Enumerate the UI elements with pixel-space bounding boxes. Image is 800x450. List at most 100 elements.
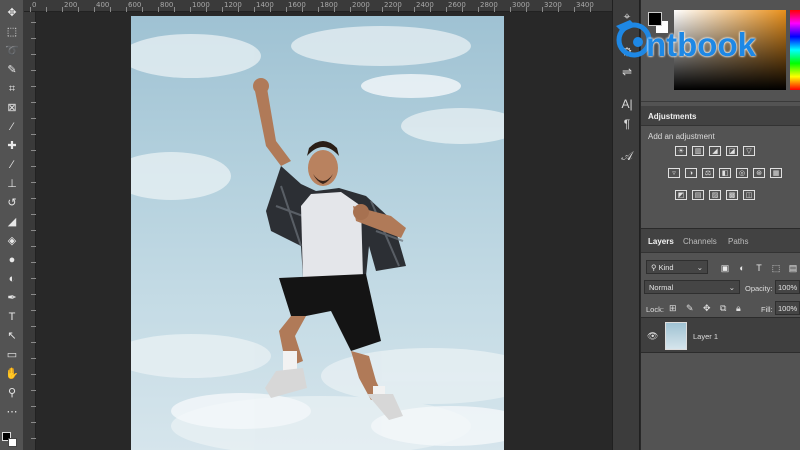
healing-brush-icon[interactable]: ✚ bbox=[3, 139, 21, 153]
hand-icon[interactable]: ✋ bbox=[3, 367, 21, 381]
type-filter-icon[interactable]: T bbox=[753, 262, 765, 274]
tab-paths[interactable]: Paths bbox=[728, 237, 748, 246]
path-select-icon[interactable]: ↖ bbox=[3, 329, 21, 343]
eraser-icon[interactable]: ◢ bbox=[3, 215, 21, 229]
frame-icon[interactable]: ⊠ bbox=[3, 101, 21, 115]
threshold-icon[interactable]: ▨ bbox=[709, 190, 721, 200]
lock-image-icon[interactable]: ✎ bbox=[686, 303, 694, 314]
eye-visibility-icon[interactable]: 👁︎ bbox=[647, 331, 658, 342]
lasso-icon[interactable]: ➰ bbox=[3, 44, 21, 58]
zoom-icon[interactable]: ⚲ bbox=[3, 386, 21, 400]
ruler-tick bbox=[574, 7, 575, 12]
levels-icon[interactable]: ▥ bbox=[692, 146, 704, 156]
opacity-input[interactable]: 100% bbox=[775, 280, 800, 294]
ruler-tick bbox=[158, 7, 159, 12]
pen-icon[interactable]: ✒ bbox=[3, 291, 21, 305]
posterize-icon[interactable]: ▤ bbox=[692, 190, 704, 200]
tab-layers[interactable]: Layers bbox=[648, 237, 674, 246]
smart-object-filter-icon[interactable]: ▤ bbox=[787, 262, 799, 274]
ruler-tick bbox=[31, 230, 36, 231]
paint-bucket-icon[interactable]: ◈ bbox=[3, 234, 21, 248]
character-panel-icon[interactable]: A| bbox=[617, 96, 637, 112]
brightness-icon[interactable]: ☀ bbox=[675, 146, 687, 156]
ruler-tick bbox=[31, 22, 36, 23]
blend-mode-select[interactable]: Normal ⌄ bbox=[644, 280, 740, 294]
type-icon[interactable]: T bbox=[3, 310, 21, 324]
shape-filter-icon[interactable]: ⬚ bbox=[770, 262, 782, 274]
ruler-tick bbox=[494, 7, 495, 12]
ruler-tick bbox=[254, 7, 255, 12]
ruler-tick bbox=[31, 102, 36, 103]
lock-position-icon[interactable]: ✥ bbox=[703, 303, 711, 314]
ruler-tick bbox=[526, 7, 527, 12]
quick-select-icon[interactable]: ✎ bbox=[3, 63, 21, 77]
ruler-tick bbox=[31, 150, 36, 151]
gradient-fill-icon[interactable]: ◫ bbox=[743, 190, 755, 200]
tab-channels[interactable]: Channels bbox=[683, 237, 717, 246]
toolbar-background-swatch[interactable] bbox=[8, 438, 17, 447]
eyedropper-icon[interactable]: ⁄ bbox=[3, 120, 21, 134]
curves-icon[interactable]: ◢ bbox=[709, 146, 721, 156]
ruler-tick bbox=[31, 182, 36, 183]
ruler-label: 1800 bbox=[320, 1, 338, 9]
more-tools-icon[interactable]: ⋯ bbox=[3, 405, 21, 419]
photo-filter-icon[interactable]: ◎ bbox=[736, 168, 748, 178]
document-photo[interactable] bbox=[131, 16, 504, 450]
move-icon[interactable]: ✥ bbox=[3, 6, 21, 20]
hue-saturation-icon[interactable]: ◑ bbox=[685, 168, 697, 178]
ruler-tick bbox=[222, 7, 223, 12]
lock-all-icon[interactable]: 🔒︎ bbox=[736, 303, 741, 314]
channel-mixer-icon[interactable]: ⊛ bbox=[753, 168, 765, 178]
adjustments-header: Adjustments bbox=[641, 106, 800, 126]
blur-icon[interactable]: ● bbox=[3, 253, 21, 267]
horizontal-ruler[interactable]: 0 200 400 600 800 1000 1200 1400 1600 1800 2000 220… bbox=[24, 0, 612, 12]
ruler-tick bbox=[46, 7, 47, 12]
ruler-label: 400 bbox=[96, 1, 110, 9]
layer-filter-select[interactable]: ⚲ Kind ⌄ bbox=[646, 260, 708, 274]
pixel-filter-icon[interactable]: ▣ bbox=[719, 262, 731, 274]
ruler-label: 1000 bbox=[192, 1, 210, 9]
adjustments-tab[interactable]: Adjustments bbox=[648, 112, 696, 121]
chevron-down-icon: ⌄ bbox=[728, 283, 735, 292]
glyphs-panel-icon[interactable]: 𝒜 bbox=[617, 148, 637, 164]
rectangle-shape-icon[interactable]: ▭ bbox=[3, 348, 21, 362]
crop-icon[interactable]: ⌗ bbox=[3, 82, 21, 96]
document-canvas[interactable] bbox=[37, 13, 612, 450]
layer-row[interactable]: 👁︎ Layer 1 bbox=[641, 317, 800, 353]
ruler-tick bbox=[31, 438, 36, 439]
adjust-sliders-icon[interactable]: ⇌ bbox=[617, 64, 637, 80]
gradient-map-icon[interactable]: ▽ bbox=[743, 146, 755, 156]
ruler-label: 3400 bbox=[576, 1, 594, 9]
color-lookup-icon[interactable]: ▦ bbox=[770, 168, 782, 178]
ruler-tick bbox=[31, 358, 36, 359]
selective-color-icon[interactable]: ▩ bbox=[726, 190, 738, 200]
paragraph-panel-icon[interactable]: ¶ bbox=[617, 116, 637, 132]
black-white-icon[interactable]: ◧ bbox=[719, 168, 731, 178]
dodge-icon[interactable]: ◐ bbox=[3, 272, 21, 286]
vertical-ruler[interactable] bbox=[24, 12, 36, 450]
logo-text: ntbook bbox=[646, 26, 756, 63]
layer-thumbnail[interactable] bbox=[665, 322, 687, 350]
vibrance-icon[interactable]: ▿ bbox=[668, 168, 680, 178]
fill-input[interactable]: 100% bbox=[775, 301, 800, 315]
lock-artboard-icon[interactable]: ⧉ bbox=[720, 303, 726, 314]
layer-name[interactable]: Layer 1 bbox=[693, 332, 718, 341]
invert-icon[interactable]: ◩ bbox=[675, 190, 687, 200]
marquee-icon[interactable]: ⬚ bbox=[3, 25, 21, 39]
ruler-tick bbox=[31, 134, 36, 135]
clone-stamp-icon[interactable]: ⊥ bbox=[3, 177, 21, 191]
history-brush-icon[interactable]: ↺ bbox=[3, 196, 21, 210]
brush-icon[interactable]: ∕ bbox=[3, 158, 21, 172]
ruler-tick bbox=[31, 38, 36, 39]
color-balance-icon[interactable]: ⚖ bbox=[702, 168, 714, 178]
ruler-tick bbox=[94, 7, 95, 12]
ruler-tick bbox=[510, 7, 511, 12]
hue-slider[interactable] bbox=[790, 10, 800, 90]
fill-label: Fill: bbox=[761, 305, 773, 314]
ruler-label: 200 bbox=[64, 1, 78, 9]
exposure-icon[interactable]: ◪ bbox=[726, 146, 738, 156]
lock-transparent-icon[interactable]: ⊞ bbox=[669, 303, 677, 314]
search-icon: ⚲ bbox=[651, 263, 659, 272]
adjustment-filter-icon[interactable]: ◐ bbox=[736, 262, 748, 274]
ruler-tick bbox=[382, 7, 383, 12]
